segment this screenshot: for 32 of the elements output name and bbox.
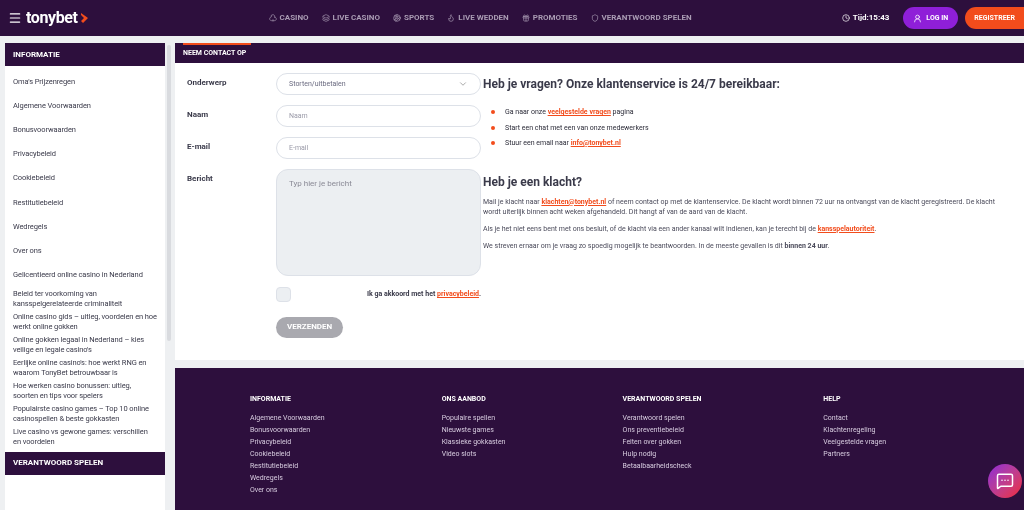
menu-icon[interactable]: [8, 11, 22, 25]
ball-icon: [393, 14, 401, 22]
field-label: Bericht: [187, 173, 214, 185]
nav-link[interactable]: LIVE WEDDEN: [447, 12, 509, 24]
nav-link[interactable]: SPORTS: [393, 12, 435, 24]
cards-icon: [321, 14, 330, 22]
message-field[interactable]: Typ hier je bericht: [276, 169, 481, 276]
sidebar-heading: INFORMATIE: [5, 43, 165, 66]
clock-text: Tijd:15:43: [841, 12, 890, 24]
nav-link[interactable]: VERANTWOORD SPELEN: [590, 12, 692, 24]
clock-icon: [841, 14, 850, 22]
field-label: Onderwerp: [187, 77, 228, 89]
flame-icon: [447, 14, 456, 22]
bullet-icon: [491, 110, 495, 115]
field-label: E-mail: [187, 141, 212, 153]
checkbox[interactable]: [276, 287, 291, 302]
bullet-icon: [491, 141, 495, 146]
chat-icon: [996, 472, 1014, 490]
chevron-down-icon: [458, 79, 468, 89]
complaint-heading: Heb je een klacht?: [483, 173, 583, 191]
nav-link[interactable]: LIVE CASINO: [321, 12, 380, 24]
bullet-icon: [491, 125, 495, 130]
club-icon: [268, 14, 277, 22]
shield-icon: [590, 14, 599, 22]
user-icon: [913, 13, 923, 23]
nav-link[interactable]: PROMOTIES: [521, 12, 578, 24]
questions-heading: Heb je vragen? Onze klantenservice is 24/7 bereikbaar:: [483, 76, 781, 93]
logo[interactable]: tonybet: [26, 6, 89, 30]
gift-icon: [521, 14, 530, 22]
sidebar-heading: VERANTWOORD SPELEN: [5, 451, 165, 475]
nav-link[interactable]: CASINO: [268, 12, 309, 24]
field-label: Naam: [187, 109, 210, 121]
